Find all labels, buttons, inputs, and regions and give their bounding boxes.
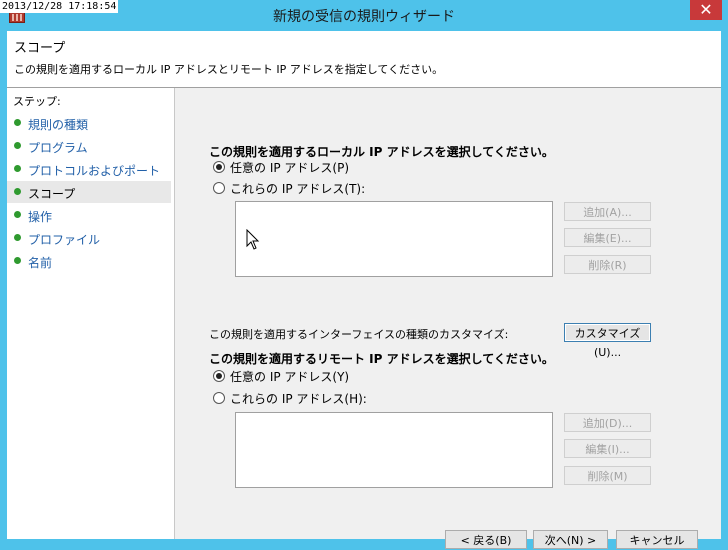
step-scope[interactable]: スコープ: [7, 181, 171, 203]
radio-indicator: [213, 182, 225, 194]
local-edit-button[interactable]: 編集(E)...: [564, 228, 651, 247]
page-description: この規則を適用するローカル IP アドレスとリモート IP アドレスを指定してく…: [14, 63, 444, 76]
steps-title: ステップ:: [13, 95, 61, 108]
cancel-button[interactable]: キャンセル: [616, 530, 698, 549]
radio-indicator: [213, 392, 225, 404]
radio-indicator: [213, 370, 225, 382]
customize-button[interactable]: カスタマイズ(U)...: [564, 323, 651, 359]
radio-label: これらの IP アドレス(H):: [230, 392, 367, 406]
step-label: 名前: [28, 256, 53, 270]
step-profile[interactable]: プロファイル: [7, 227, 171, 249]
step-status-icon: [14, 142, 21, 149]
close-button[interactable]: ✕: [690, 0, 722, 20]
remote-edit-button[interactable]: 編集(I)...: [564, 439, 651, 458]
step-status-icon: [14, 119, 21, 126]
radio-indicator: [213, 161, 225, 173]
radio-label: 任意の IP アドレス(Y): [230, 370, 350, 384]
radio-label: これらの IP アドレス(T):: [230, 182, 366, 196]
radio-label: 任意の IP アドレス(P): [230, 161, 350, 175]
scope-content: この規則を適用するローカル IP アドレスを選択してください。 任意の IP ア…: [175, 88, 721, 549]
remote-add-button[interactable]: 追加(D)...: [564, 413, 651, 432]
timestamp-overlay: 2013/12/28 17:18:54: [0, 0, 119, 13]
step-protocol-port[interactable]: プロトコルおよびポート: [7, 158, 171, 180]
back-button[interactable]: < 戻る(B): [445, 530, 527, 549]
step-label: 規則の種類: [28, 118, 89, 132]
mouse-cursor-icon: [246, 229, 260, 250]
step-label: プログラム: [28, 141, 88, 155]
next-button[interactable]: 次へ(N) >: [533, 530, 608, 549]
step-status-icon: [14, 165, 21, 172]
step-program[interactable]: プログラム: [7, 135, 171, 157]
step-status-icon: [14, 211, 21, 218]
header-panel: スコープ この規則を適用するローカル IP アドレスとリモート IP アドレスを…: [7, 31, 721, 88]
remote-remove-button[interactable]: 削除(M): [564, 466, 651, 485]
step-label: スコープ: [28, 187, 76, 201]
wizard-window: スコープ この規則を適用するローカル IP アドレスとリモート IP アドレスを…: [7, 31, 721, 549]
remote-ip-section-title: この規則を適用するリモート IP アドレスを選択してください。: [209, 352, 554, 366]
step-status-icon: [14, 188, 21, 195]
step-label: 操作: [28, 210, 53, 224]
step-status-icon: [14, 257, 21, 264]
steps-panel: ステップ: 規則の種類 プログラム プロトコルおよびポート スコープ 操作 プロ…: [7, 88, 175, 539]
step-rule-type[interactable]: 規則の種類: [7, 112, 171, 134]
step-label: プロファイル: [28, 233, 101, 247]
step-name[interactable]: 名前: [7, 250, 171, 272]
step-action[interactable]: 操作: [7, 204, 171, 226]
customize-label: この規則を適用するインターフェイスの種類のカスタマイズ:: [209, 328, 509, 341]
remote-ip-list[interactable]: [235, 412, 553, 488]
page-title: スコープ: [14, 41, 66, 56]
local-ip-section-title: この規則を適用するローカル IP アドレスを選択してください。: [209, 145, 554, 159]
step-label: プロトコルおよびポート: [28, 164, 161, 178]
local-remove-button[interactable]: 削除(R): [564, 255, 651, 274]
local-ip-list[interactable]: [235, 201, 553, 277]
step-status-icon: [14, 234, 21, 241]
local-add-button[interactable]: 追加(A)...: [564, 202, 651, 221]
